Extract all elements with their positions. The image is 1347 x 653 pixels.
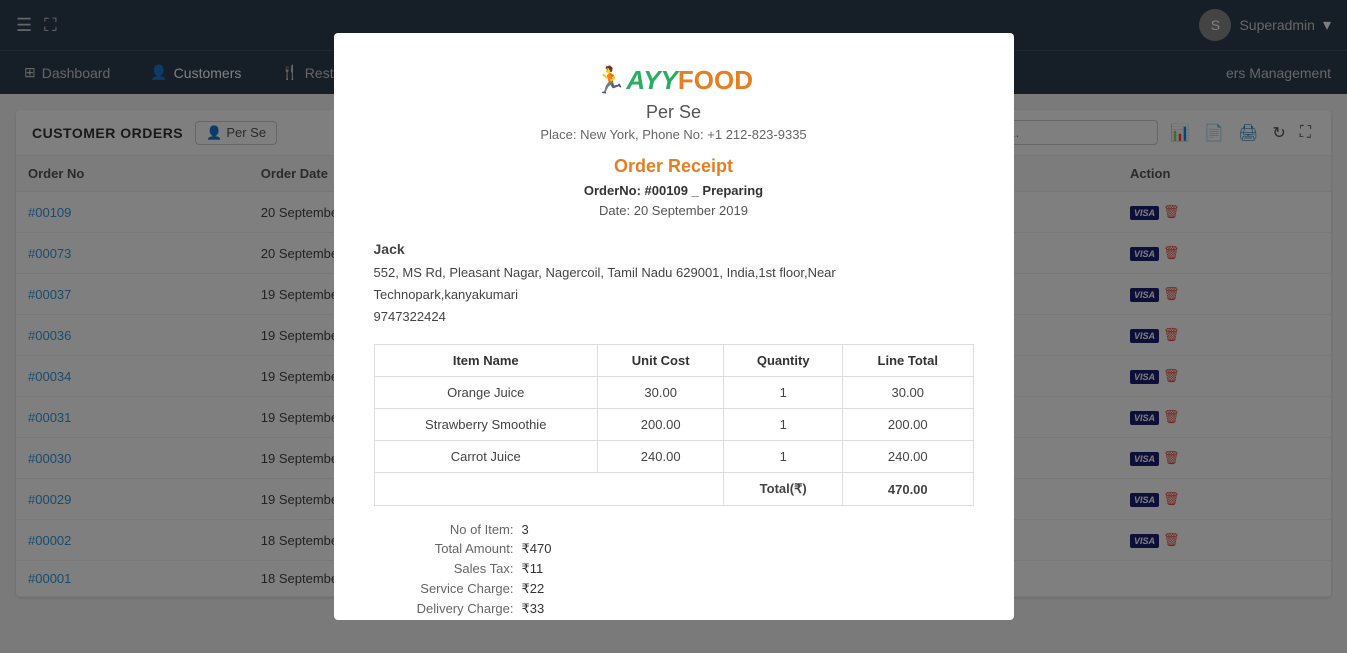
service-charge-label: Service Charge: [374,581,514,597]
receipt-summary: No of Item: 3 Total Amount: ₹470 Sales T… [374,522,974,620]
item-unit-cost: 240.00 [597,441,723,473]
receipt-row: Strawberry Smoothie 200.00 1 200.00 [374,409,973,441]
service-charge-value: ₹22 [522,581,545,597]
summary-delivery-charge: Delivery Charge: ₹33 [374,601,974,617]
receipt-row: Orange Juice 30.00 1 30.00 [374,377,973,409]
item-qty: 1 [724,377,843,409]
item-qty: 1 [724,441,843,473]
modal-overlay[interactable]: 🏃AYYFOOD Per Se Place: New York, Phone N… [0,0,1347,653]
modal-logo: 🏃AYYFOOD [374,65,974,96]
receipt-modal: 🏃AYYFOOD Per Se Place: New York, Phone N… [334,33,1014,621]
no-of-item-value: 3 [522,522,529,537]
receipt-total-spacer [374,473,724,506]
customer-phone: 9747322424 [374,306,974,328]
receipt-total-label: Total(₹) [724,473,843,506]
total-amount-label: Total Amount: [374,541,514,557]
receipt-col-line-total: Line Total [843,345,973,377]
item-line-total: 30.00 [843,377,973,409]
item-line-total: 240.00 [843,441,973,473]
item-unit-cost: 30.00 [597,377,723,409]
item-name: Orange Juice [374,377,597,409]
summary-sales-tax: Sales Tax: ₹11 [374,561,974,577]
summary-service-charge: Service Charge: ₹22 [374,581,974,597]
receipt-col-unit-cost: Unit Cost [597,345,723,377]
order-no-label: OrderNo: #00109 _ Preparing [584,183,763,198]
item-name: Carrot Juice [374,441,597,473]
no-of-item-label: No of Item: [374,522,514,537]
item-unit-cost: 200.00 [597,409,723,441]
receipt-row: Carrot Juice 240.00 1 240.00 [374,441,973,473]
item-line-total: 200.00 [843,409,973,441]
modal-place-info: Place: New York, Phone No: +1 212-823-93… [374,127,974,142]
item-qty: 1 [724,409,843,441]
modal-customer-info: Jack 552, MS Rd, Pleasant Nagar, Nagerco… [374,238,974,328]
total-amount-value: ₹470 [522,541,552,557]
receipt-total-value: 470.00 [843,473,973,506]
customer-name: Jack [374,238,974,262]
receipt-table: Item Name Unit Cost Quantity Line Total … [374,344,974,506]
modal-order-info: OrderNo: #00109 _ Preparing Date: 20 Sep… [374,181,974,223]
modal-receipt-title: Order Receipt [374,156,974,177]
receipt-col-quantity: Quantity [724,345,843,377]
delivery-charge-label: Delivery Charge: [374,601,514,617]
order-date-label: Date: 20 September 2019 [599,203,748,218]
receipt-col-item: Item Name [374,345,597,377]
item-name: Strawberry Smoothie [374,409,597,441]
customer-address: 552, MS Rd, Pleasant Nagar, Nagercoil, T… [374,262,974,306]
sales-tax-label: Sales Tax: [374,561,514,577]
modal-restaurant-name: Per Se [374,102,974,123]
summary-total-amount: Total Amount: ₹470 [374,541,974,557]
summary-no-of-item: No of Item: 3 [374,522,974,537]
delivery-charge-value: ₹33 [522,601,545,617]
sales-tax-value: ₹11 [522,561,544,577]
